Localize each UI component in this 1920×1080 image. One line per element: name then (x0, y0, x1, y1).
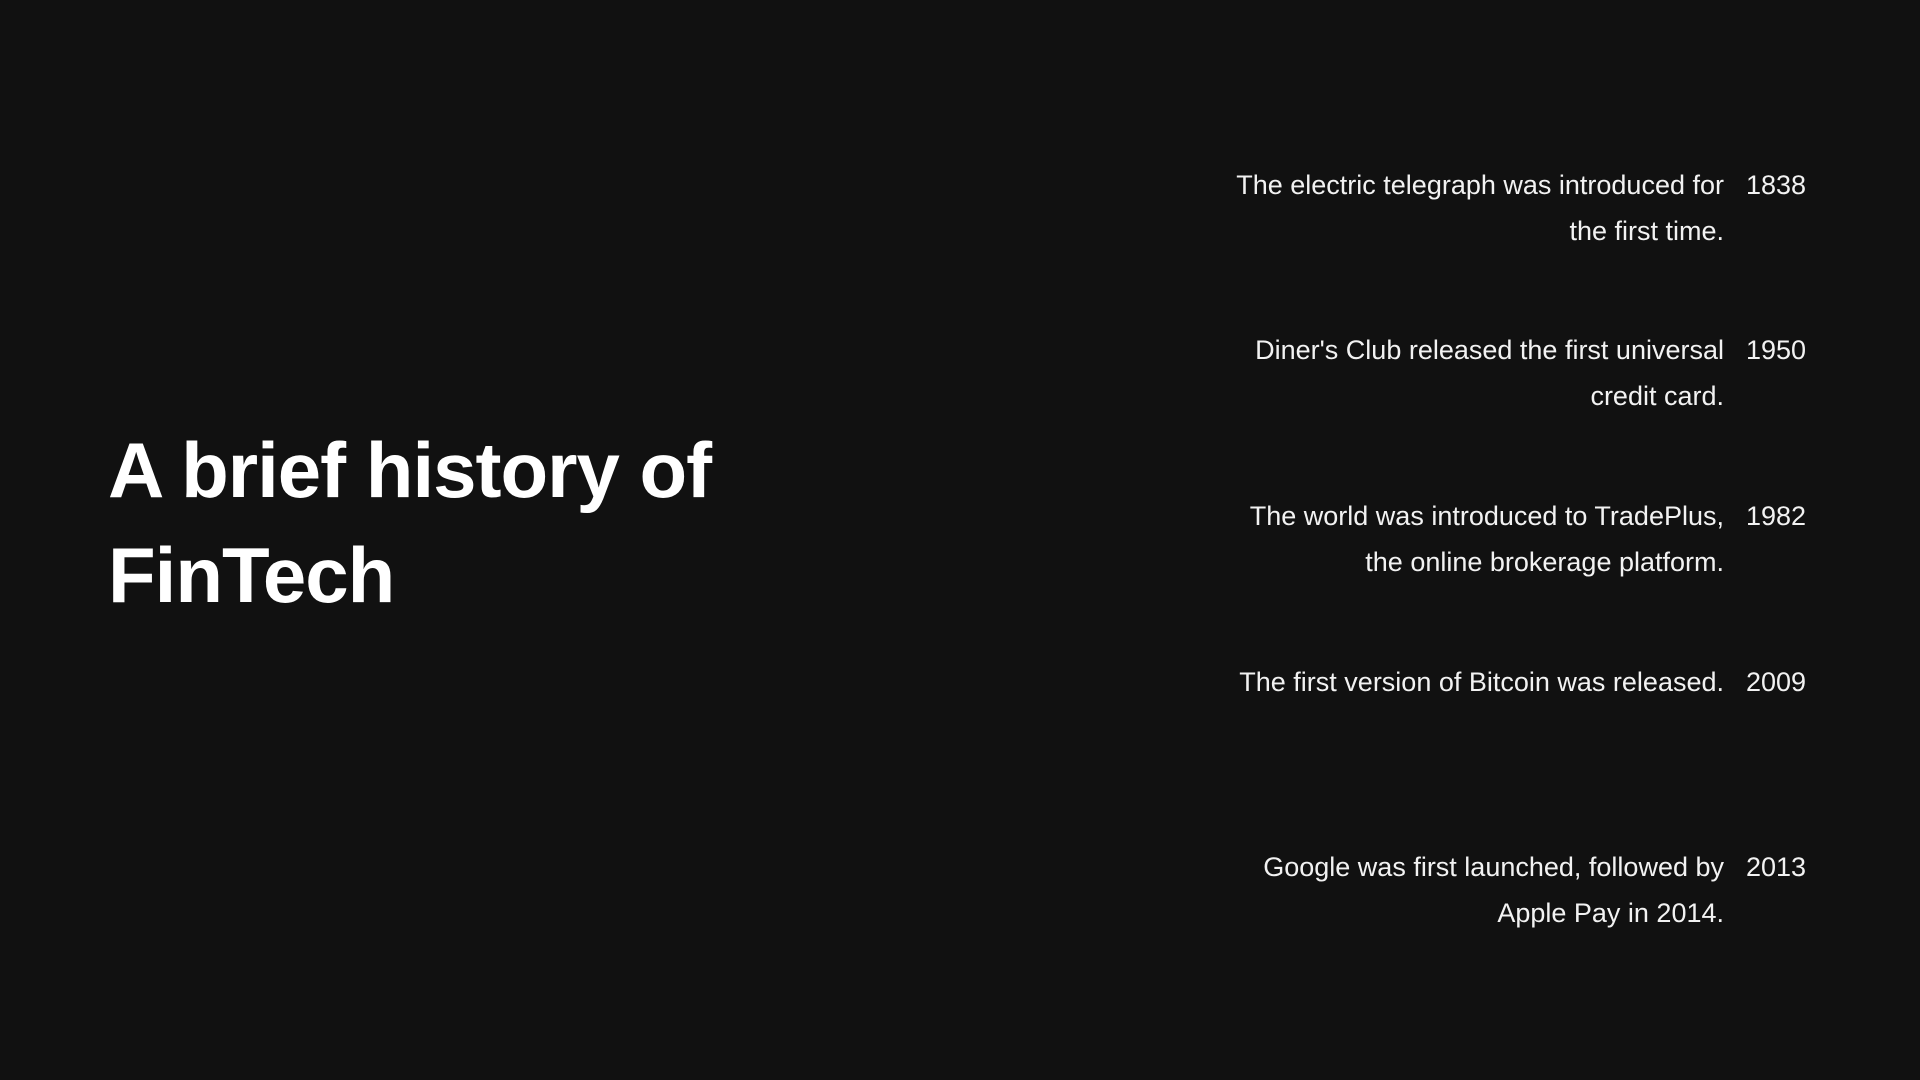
event-description: The first version of Bitcoin was release… (1239, 667, 1724, 697)
event-description: The electric telegraph was introduced fo… (1236, 170, 1724, 246)
event-year: 1838 (1746, 170, 1807, 200)
event-description: Diner's Club released the first universa… (1255, 335, 1724, 411)
slide-title: A brief history of FinTech (108, 426, 712, 619)
event-description: Google was first launched, followed by A… (1263, 852, 1724, 928)
event-year: 2013 (1746, 852, 1807, 882)
event-description: The world was introduced to TradePlus, t… (1249, 501, 1724, 577)
event-year: 2009 (1746, 667, 1807, 697)
timeline: The electric telegraph was introduced fo… (1080, 0, 1880, 1080)
event-year: 1982 (1746, 501, 1807, 531)
event-year: 1950 (1746, 335, 1807, 365)
slide: A brief history of FinTech The electric … (0, 0, 1920, 1080)
